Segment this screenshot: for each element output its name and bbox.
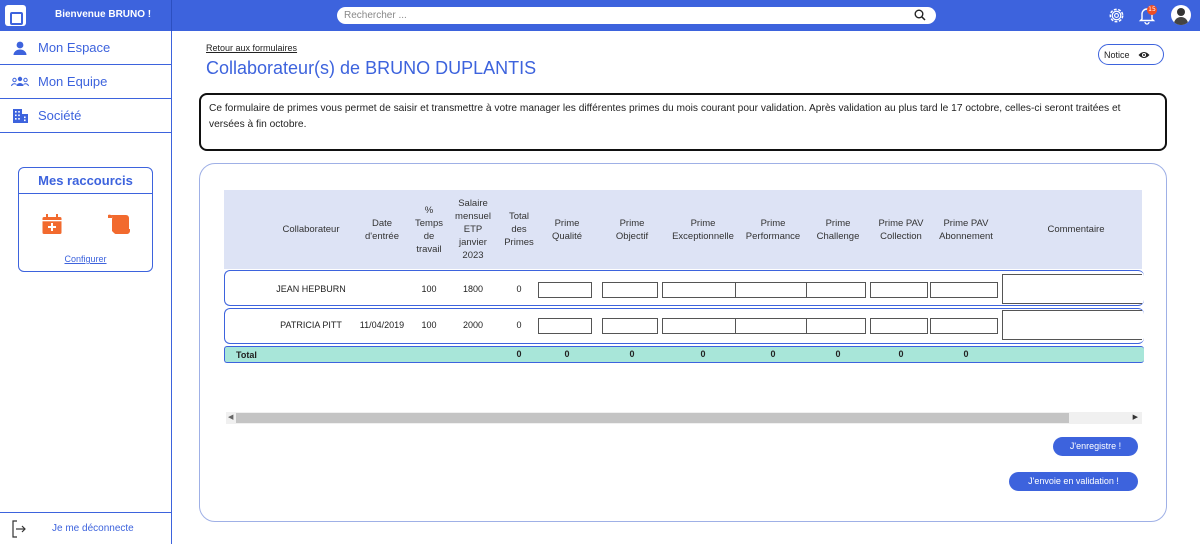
column-header: % Temps de travail [415,204,443,255]
prime-input[interactable] [602,282,658,298]
column-header: Total des Primes [504,211,534,248]
column-header: Prime Performance [745,217,801,242]
back-link[interactable]: Retour aux formulaires [206,43,297,53]
notice-label: Notice [1104,50,1130,60]
prime-input[interactable] [538,282,592,298]
shortcuts-title: Mes raccourcis [19,168,152,194]
logout-icon [12,520,26,538]
prime-input[interactable] [870,282,928,298]
building-icon [13,109,28,123]
user-icon [13,41,27,55]
table-cell-name: PATRICIA PITT [280,320,342,330]
total-value: 0 [564,349,570,359]
sidebar: Mon Espace Mon Equipe Société Mes raccou… [0,31,172,544]
save-button[interactable]: J'enregistre ! [1053,437,1138,456]
top-bar: Bienvenue BRUNO ! 15 [0,0,1200,31]
sidebar-item-mon-espace[interactable]: Mon Espace [0,31,171,65]
prime-input[interactable] [870,318,928,334]
total-value: 0 [700,349,706,359]
app-logo[interactable] [5,5,26,26]
eye-icon [1138,52,1150,58]
column-header: Prime Qualité [551,217,583,242]
sidebar-item-label: Société [38,108,82,123]
table-cell-total: 0 [516,284,522,294]
table-cell-date: 11/04/2019 [359,320,405,330]
column-header: Commentaire [1047,224,1105,235]
submit-validation-button[interactable]: J'envoie en validation ! [1009,472,1138,491]
column-header: Collaborateur [282,224,340,235]
team-icon [11,76,29,87]
search-bar[interactable] [337,7,936,24]
sidebar-item-societe[interactable]: Société [0,99,171,133]
prime-input[interactable] [806,318,866,334]
table-cell-total: 0 [516,320,522,330]
info-box: Ce formulaire de primes vous permet de s… [199,93,1167,151]
total-value: 0 [770,349,776,359]
column-header: Date d'entrée [364,217,400,242]
logout-label: Je me déconnecte [52,523,134,534]
prime-input[interactable] [662,318,740,334]
notification-badge: 15 [1147,5,1157,15]
table-cell-temps: 100 [421,284,437,294]
table-cell-salaire: 1800 [462,284,484,294]
column-header: Prime Objectif [615,217,649,242]
configure-link[interactable]: Configurer [19,254,152,264]
shortcuts-panel: Mes raccourcis Configurer [18,167,153,272]
prime-input[interactable] [602,318,658,334]
sidebar-item-mon-equipe[interactable]: Mon Equipe [0,65,171,99]
calendar-add-icon[interactable] [41,213,63,235]
scroll-icon[interactable] [106,213,132,235]
total-value: 0 [963,349,969,359]
comment-field[interactable] [1002,274,1142,304]
avatar[interactable] [1171,5,1191,25]
horizontal-scrollbar[interactable]: ◀ ▶ [226,412,1142,424]
prime-input[interactable] [662,282,740,298]
prime-input[interactable] [930,282,998,298]
table-cell-salaire: 2000 [462,320,484,330]
sidebar-item-label: Mon Equipe [38,74,108,89]
column-header: Salaire mensuel ETP janvier 2023 [455,198,491,261]
total-label: Total [236,350,257,360]
table-cell-name: JEAN HEPBURN [276,284,346,294]
page-title: Collaborateur(s) de BRUNO DUPLANTIS [206,58,537,78]
column-header: Prime Exceptionnelle [672,217,734,242]
logout-button[interactable]: Je me déconnecte [0,512,171,544]
sidebar-item-label: Mon Espace [38,40,111,55]
search-input[interactable] [344,8,904,23]
brand: Bienvenue BRUNO ! [0,0,172,31]
table-cell-temps: 100 [421,320,437,330]
search-icon[interactable] [914,9,926,21]
total-value: 0 [629,349,635,359]
prime-input[interactable] [930,318,998,334]
column-header: Prime PAV Collection [878,217,924,242]
total-value: 0 [898,349,904,359]
scrollbar-thumb[interactable] [236,413,1069,423]
scroll-left-icon[interactable]: ◀ [228,413,233,421]
welcome-text: Bienvenue BRUNO ! [55,9,152,20]
notice-button[interactable]: Notice [1098,44,1164,65]
gear-icon[interactable] [1107,6,1126,25]
total-value: 0 [516,349,522,359]
prime-input[interactable] [538,318,592,334]
column-header: Prime Challenge [816,217,860,242]
prime-input[interactable] [735,282,807,298]
total-value: 0 [835,349,841,359]
comment-field[interactable] [1002,310,1142,340]
scroll-right-icon[interactable]: ▶ [1133,413,1138,421]
column-header: Prime PAV Abonnement [939,217,993,242]
prime-input[interactable] [735,318,807,334]
prime-input[interactable] [806,282,866,298]
